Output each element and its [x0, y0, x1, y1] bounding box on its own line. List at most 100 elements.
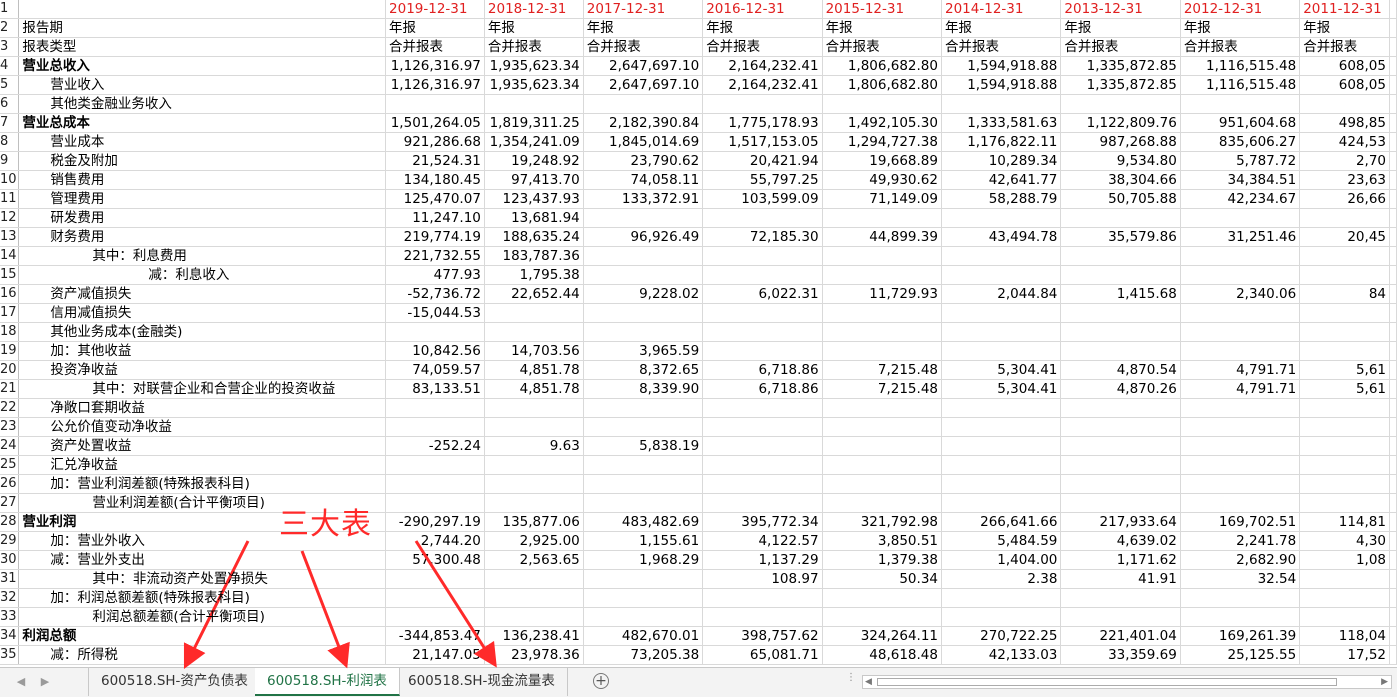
- value-cell[interactable]: [1060, 474, 1181, 494]
- value-cell[interactable]: [1299, 265, 1390, 285]
- value-cell[interactable]: 6,718.86: [702, 360, 823, 380]
- value-cell[interactable]: -252.24: [385, 436, 485, 456]
- spreadsheet-grid[interactable]: 1 2019-12-31 2018-12-31 2017-12-31 2016-12-3…: [0, 0, 1397, 667]
- column-header-cell[interactable]: 合并报表: [484, 37, 584, 57]
- value-cell[interactable]: 1,594,918.88: [941, 75, 1062, 95]
- value-cell[interactable]: [822, 94, 943, 114]
- value-cell[interactable]: 4,870.26: [1060, 379, 1181, 399]
- value-cell[interactable]: [702, 322, 823, 342]
- row-label-cell[interactable]: 信用减值损失: [18, 303, 387, 323]
- value-cell[interactable]: 2,744.20: [385, 531, 485, 551]
- empty-cell[interactable]: [1389, 455, 1397, 475]
- column-header-cell[interactable]: 合并报表: [702, 37, 823, 57]
- value-cell[interactable]: 6,022.31: [702, 284, 823, 304]
- row-number[interactable]: 21: [0, 379, 20, 399]
- value-cell[interactable]: 96,926.49: [583, 227, 704, 247]
- row-label-cell[interactable]: 汇兑净收益: [18, 455, 387, 475]
- value-cell[interactable]: 1,795.38: [484, 265, 584, 285]
- value-cell[interactable]: [941, 265, 1062, 285]
- value-cell[interactable]: 4,870.54: [1060, 360, 1181, 380]
- row-label-cell[interactable]: 投资净收益: [18, 360, 387, 380]
- value-cell[interactable]: 1,415.68: [1060, 284, 1181, 304]
- value-cell[interactable]: [1060, 436, 1181, 456]
- column-header-cell[interactable]: 合并报表: [822, 37, 943, 57]
- value-cell[interactable]: [484, 455, 584, 475]
- value-cell[interactable]: 1,171.62: [1060, 550, 1181, 570]
- value-cell[interactable]: [702, 246, 823, 266]
- value-cell[interactable]: [583, 303, 704, 323]
- value-cell[interactable]: 2.38: [941, 569, 1062, 589]
- value-cell[interactable]: 7,215.48: [822, 379, 943, 399]
- value-cell[interactable]: [484, 94, 584, 114]
- column-header-cell[interactable]: 2015-12-31: [822, 0, 943, 19]
- row-number[interactable]: 12: [0, 208, 20, 228]
- value-cell[interactable]: [1060, 607, 1181, 627]
- row-label-cell[interactable]: 研发费用: [18, 208, 387, 228]
- empty-cell[interactable]: [1389, 170, 1397, 190]
- empty-cell[interactable]: [1389, 569, 1397, 589]
- row-number[interactable]: 15: [0, 265, 20, 285]
- value-cell[interactable]: 10,842.56: [385, 341, 485, 361]
- value-cell[interactable]: 1,517,153.05: [702, 132, 823, 152]
- value-cell[interactable]: 5,484.59: [941, 531, 1062, 551]
- value-cell[interactable]: 4,639.02: [1060, 531, 1181, 551]
- value-cell[interactable]: [822, 588, 943, 608]
- empty-cell[interactable]: [1389, 94, 1397, 114]
- row-number[interactable]: 34: [0, 626, 20, 646]
- value-cell[interactable]: [1060, 588, 1181, 608]
- row-label-cell[interactable]: 加：其他收益: [18, 341, 387, 361]
- value-cell[interactable]: 58,288.79: [941, 189, 1062, 209]
- value-cell[interactable]: [583, 94, 704, 114]
- empty-cell[interactable]: [1389, 341, 1397, 361]
- value-cell[interactable]: 42,234.67: [1180, 189, 1301, 209]
- value-cell[interactable]: 74,059.57: [385, 360, 485, 380]
- empty-cell[interactable]: [1389, 360, 1397, 380]
- value-cell[interactable]: [484, 322, 584, 342]
- row-label-cell[interactable]: 报表类型: [18, 37, 387, 57]
- value-cell[interactable]: 1,935,623.34: [484, 75, 584, 95]
- value-cell[interactable]: [1060, 417, 1181, 437]
- value-cell[interactable]: 43,494.78: [941, 227, 1062, 247]
- value-cell[interactable]: 11,729.93: [822, 284, 943, 304]
- column-header-cell[interactable]: 2019-12-31: [385, 0, 485, 19]
- value-cell[interactable]: [1180, 303, 1301, 323]
- value-cell[interactable]: [822, 436, 943, 456]
- row-number[interactable]: 26: [0, 474, 20, 494]
- value-cell[interactable]: [702, 607, 823, 627]
- value-cell[interactable]: 5,61: [1299, 379, 1390, 399]
- row-number[interactable]: 5: [0, 75, 20, 95]
- value-cell[interactable]: 35,579.86: [1060, 227, 1181, 247]
- value-cell[interactable]: 4,851.78: [484, 379, 584, 399]
- value-cell[interactable]: 1,379.38: [822, 550, 943, 570]
- value-cell[interactable]: 14,703.56: [484, 341, 584, 361]
- row-label-cell[interactable]: 加：营业利润差额(特殊报表科目): [18, 474, 387, 494]
- value-cell[interactable]: 21,524.31: [385, 151, 485, 171]
- value-cell[interactable]: 1,492,105.30: [822, 113, 943, 133]
- value-cell[interactable]: 83,133.51: [385, 379, 485, 399]
- empty-cell[interactable]: [1389, 379, 1397, 399]
- value-cell[interactable]: 5,61: [1299, 360, 1390, 380]
- value-cell[interactable]: 498,85: [1299, 113, 1390, 133]
- value-cell[interactable]: [941, 455, 1062, 475]
- value-cell[interactable]: 5,304.41: [941, 379, 1062, 399]
- row-label-cell[interactable]: 资产处置收益: [18, 436, 387, 456]
- value-cell[interactable]: 55,797.25: [702, 170, 823, 190]
- value-cell[interactable]: 3,965.59: [583, 341, 704, 361]
- value-cell[interactable]: 482,670.01: [583, 626, 704, 646]
- value-cell[interactable]: 1,116,515.48: [1180, 75, 1301, 95]
- value-cell[interactable]: [1299, 455, 1390, 475]
- row-label-cell[interactable]: 其他类金融业务收入: [18, 94, 387, 114]
- value-cell[interactable]: 135,877.06: [484, 512, 584, 532]
- row-label-cell[interactable]: 营业利润: [18, 512, 387, 532]
- empty-cell[interactable]: [1389, 493, 1397, 513]
- value-cell[interactable]: [822, 493, 943, 513]
- value-cell[interactable]: 23,63: [1299, 170, 1390, 190]
- value-cell[interactable]: 2,647,697.10: [583, 75, 704, 95]
- value-cell[interactable]: [1299, 208, 1390, 228]
- income-statement-table[interactable]: 1 2019-12-31 2018-12-31 2017-12-31 2016-12-3…: [0, 0, 1397, 665]
- value-cell[interactable]: [702, 436, 823, 456]
- value-cell[interactable]: [1180, 208, 1301, 228]
- row-label-cell[interactable]: 营业总成本: [18, 113, 387, 133]
- value-cell[interactable]: [702, 208, 823, 228]
- value-cell[interactable]: 266,641.66: [941, 512, 1062, 532]
